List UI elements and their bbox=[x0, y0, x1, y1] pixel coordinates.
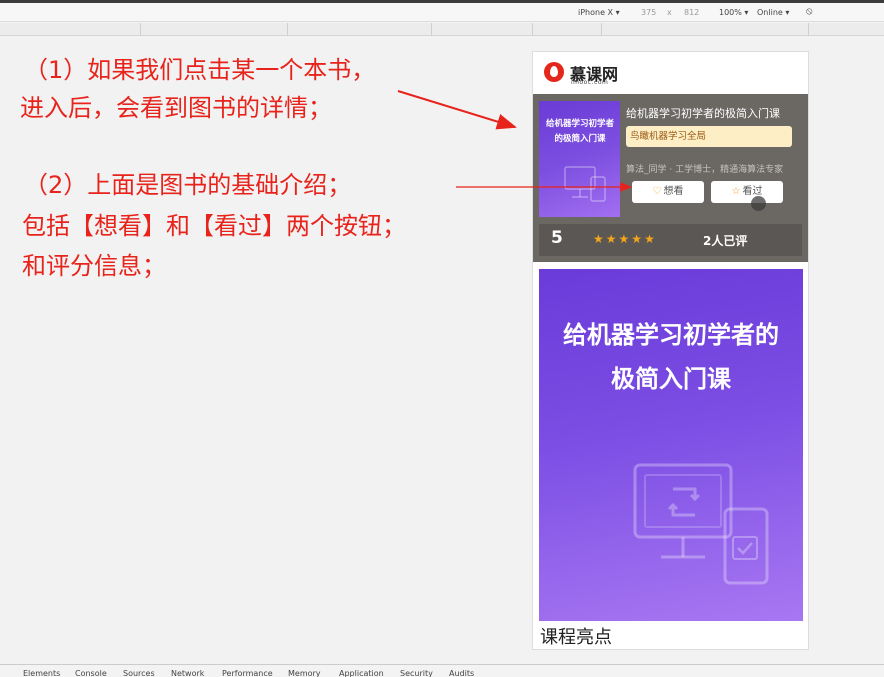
rating-count: 2人已评 bbox=[703, 234, 748, 248]
annotation-2-line-2: 包括【想看】和【看过】两个按钮； bbox=[22, 212, 406, 240]
viewport-height[interactable]: 812 bbox=[684, 8, 699, 17]
app-header: 慕课网 imooc.com bbox=[533, 52, 808, 92]
rotate-icon[interactable]: ⦸ bbox=[806, 6, 813, 17]
zoom-value: 100% bbox=[719, 8, 742, 17]
want-to-read-button[interactable]: ♡ 想看 bbox=[632, 181, 704, 203]
star-outline-icon: ☆ bbox=[731, 186, 741, 197]
book-author: 算法_同学 · 工学博士，精通海算法专家 bbox=[626, 165, 784, 175]
tab-performance[interactable]: Performance bbox=[222, 669, 273, 677]
annotation-1-line-1: （1）如果我们点击某一个本书， bbox=[24, 56, 376, 84]
book-cover-thumbnail: 给机器学习初学者的极简入门课 bbox=[539, 101, 620, 217]
devtools-tab-bar: Elements Console Sources Network Perform… bbox=[0, 664, 884, 677]
rating-score: 5 bbox=[551, 228, 563, 248]
computer-illustration-icon bbox=[633, 463, 769, 585]
logo-subtitle: imooc.com bbox=[571, 79, 609, 86]
want-icon: ♡ bbox=[652, 186, 662, 197]
want-label: 想看 bbox=[663, 186, 684, 197]
device-toolbar: iPhone X ▾ 375 x 812 100% ▾ Online ▾ ⦸ bbox=[0, 3, 884, 22]
star-icon: ★ bbox=[605, 232, 619, 246]
media-query-ruler bbox=[0, 23, 884, 36]
device-name: iPhone X bbox=[578, 8, 614, 17]
have-read-button[interactable]: ☆ 看过 bbox=[711, 181, 783, 203]
course-highlights-heading: 课程亮点 bbox=[540, 627, 612, 648]
phone-viewport: 慕课网 imooc.com 给机器学习初学者的极简入门课 给机器学习初学者的极简… bbox=[532, 51, 809, 650]
computer-illustration-icon bbox=[564, 166, 606, 202]
cover-large-title: 给机器学习初学者的极简入门课 bbox=[563, 321, 779, 393]
zoom-select[interactable]: 100% ▾ bbox=[719, 8, 748, 17]
book-tag: 鸟瞰机器学习全局 bbox=[626, 126, 792, 147]
tab-application[interactable]: Application bbox=[339, 669, 384, 677]
tab-network[interactable]: Network bbox=[171, 669, 204, 677]
tab-memory[interactable]: Memory bbox=[288, 669, 321, 677]
annotation-1-line-2: 进入后，会看到图书的详情； bbox=[20, 94, 332, 122]
book-info-panel: 给机器学习初学者的极简入门课 给机器学习初学者的极简入门课 鸟瞰机器学习全局 算… bbox=[533, 94, 808, 262]
star-icon: ★ bbox=[644, 232, 657, 246]
tab-security[interactable]: Security bbox=[400, 669, 433, 677]
rating-stars: ★★★★★ bbox=[593, 232, 657, 246]
book-title: 给机器学习初学者的极简入门课 bbox=[626, 107, 780, 120]
annotation-2-line-1: （2）上面是图书的基础介绍； bbox=[24, 171, 352, 199]
annotation-2-line-3: 和评分信息； bbox=[22, 252, 166, 280]
network-value: Online bbox=[757, 8, 783, 17]
star-icon: ★ bbox=[631, 232, 645, 246]
tab-sources[interactable]: Sources bbox=[123, 669, 155, 677]
rating-bar: 5 ★★★★★ 2人已评 bbox=[539, 224, 802, 256]
star-icon: ★ bbox=[618, 232, 632, 246]
viewport-width[interactable]: 375 bbox=[641, 8, 656, 17]
touch-cursor bbox=[751, 196, 766, 211]
network-select[interactable]: Online ▾ bbox=[757, 8, 789, 17]
tab-console[interactable]: Console bbox=[75, 669, 107, 677]
star-icon: ★ bbox=[593, 232, 606, 246]
tab-elements[interactable]: Elements bbox=[23, 669, 60, 677]
annotation-arrow-1 bbox=[397, 90, 517, 130]
book-cover-large: 给机器学习初学者的极简入门课 bbox=[539, 269, 803, 621]
imooc-logo-icon[interactable] bbox=[544, 62, 564, 82]
cover-thumbnail-title: 给机器学习初学者的极简入门课 bbox=[545, 119, 614, 144]
tab-audits[interactable]: Audits bbox=[449, 669, 474, 677]
dimension-separator: x bbox=[667, 8, 672, 17]
device-select[interactable]: iPhone X ▾ bbox=[578, 8, 620, 17]
